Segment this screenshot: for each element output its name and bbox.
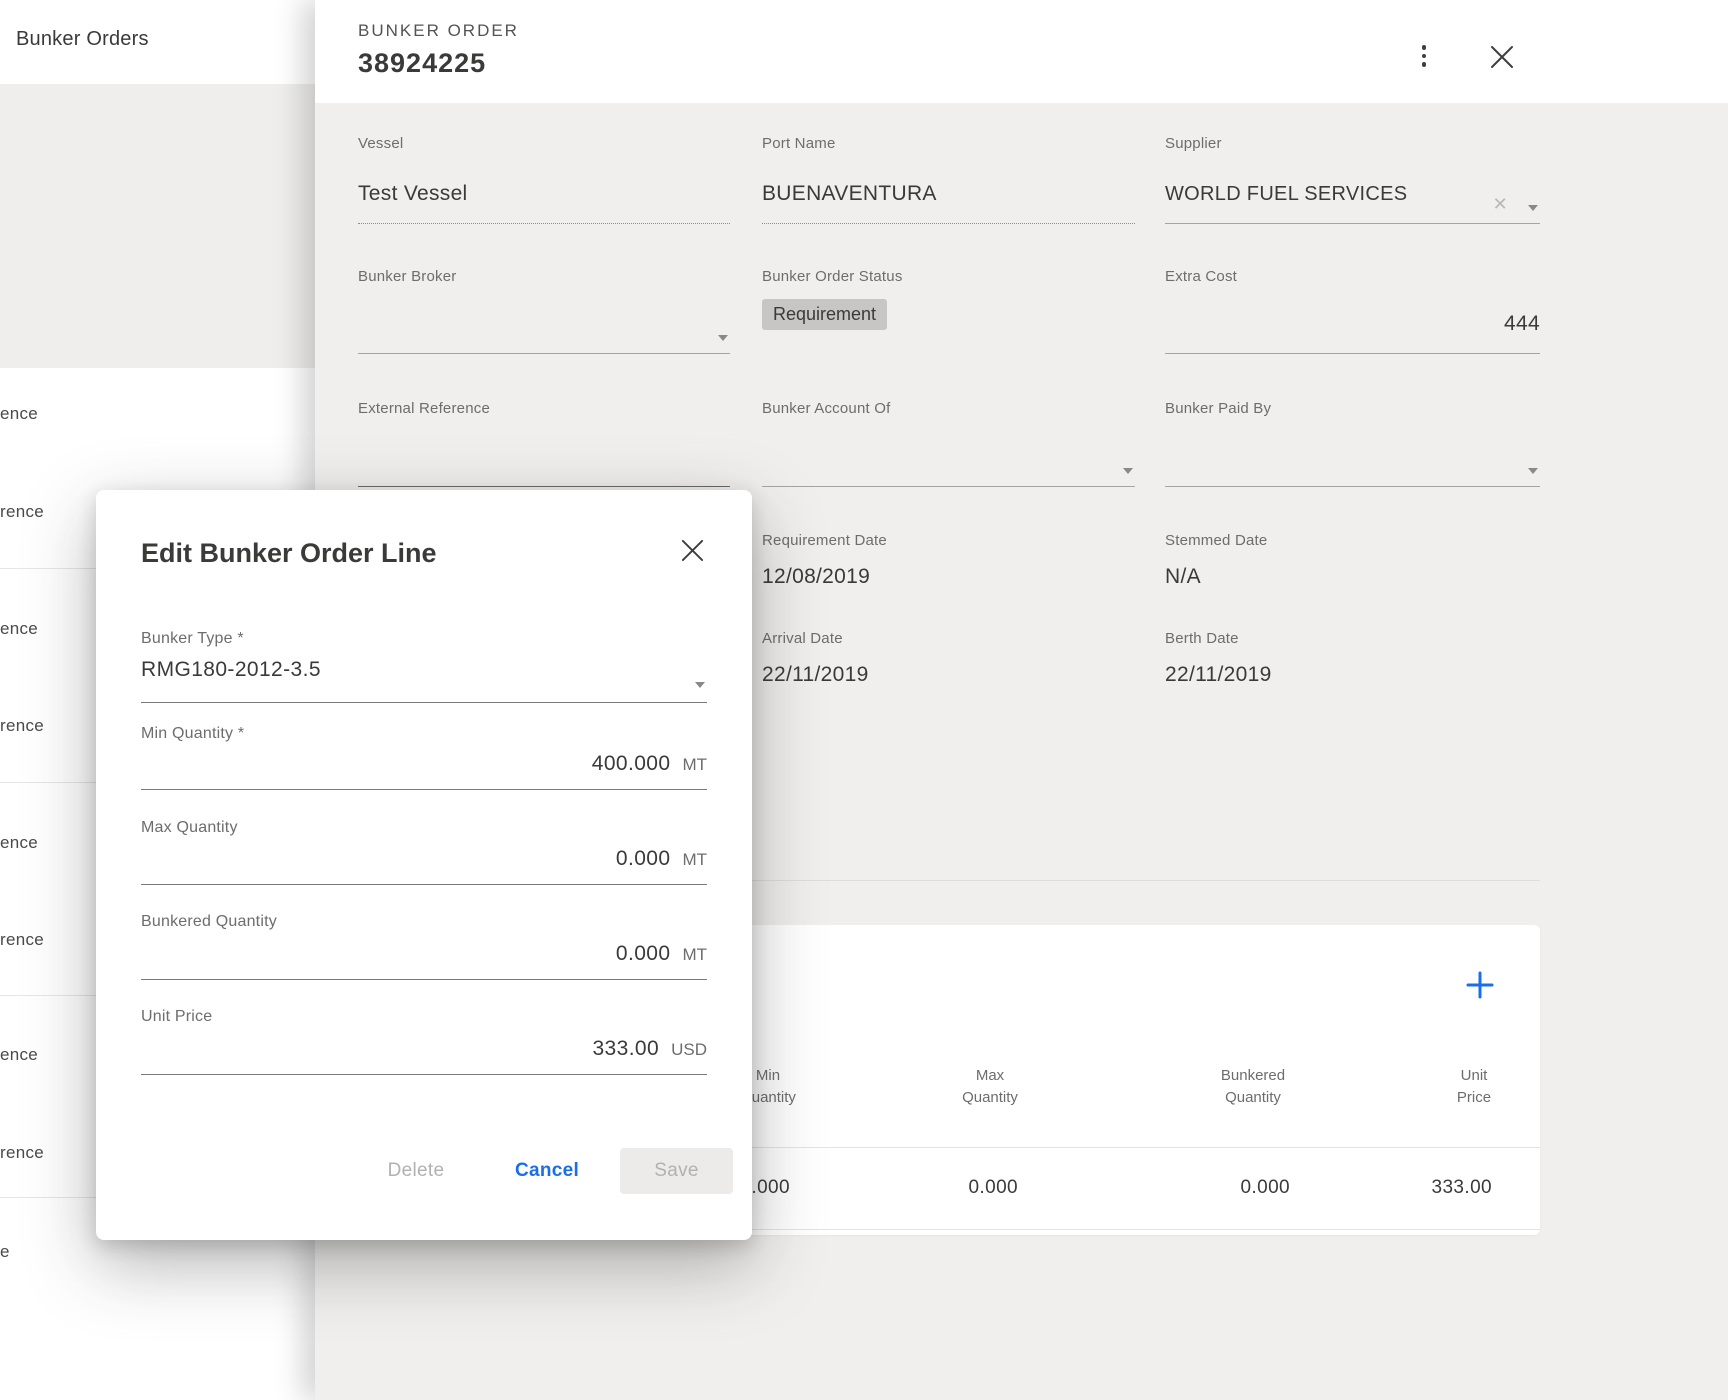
bunker-broker-field[interactable] xyxy=(358,312,730,354)
chevron-down-icon[interactable] xyxy=(1123,468,1133,474)
panel-header: BUNKER ORDER 38924225 xyxy=(315,0,1728,103)
kebab-menu-icon[interactable] xyxy=(1415,41,1433,71)
max-quantity-value: 0.000 xyxy=(616,847,671,871)
vessel-field: Test Vessel xyxy=(358,182,730,224)
status-badge: Requirement xyxy=(762,299,887,330)
list-item[interactable]: e xyxy=(0,1242,10,1262)
unit-price-value: 333.00 xyxy=(592,1037,659,1061)
supplier-field[interactable]: WORLD FUEL SERVICES ✕ xyxy=(1165,182,1540,224)
chevron-down-icon[interactable] xyxy=(718,335,728,341)
dialog-title: Edit Bunker Order Line xyxy=(141,538,437,569)
arrival-date-value: 22/11/2019 xyxy=(762,663,869,687)
bunker-broker-label: Bunker Broker xyxy=(358,268,456,285)
extra-cost-label: Extra Cost xyxy=(1165,268,1237,285)
cell-bunkered-quantity: 0.000 xyxy=(1240,1177,1290,1199)
column-header-unit-price: Unit Price xyxy=(1457,1065,1491,1109)
port-name-label: Port Name xyxy=(762,135,836,152)
extra-cost-field[interactable]: 444 xyxy=(1165,312,1540,354)
save-button[interactable]: Save xyxy=(620,1148,733,1194)
unit-price-input[interactable]: 333.00 USD xyxy=(141,1037,707,1075)
min-quantity-value: 400.000 xyxy=(592,752,671,776)
close-dialog-icon[interactable] xyxy=(674,532,710,568)
column-header-bunkered-quantity: Bunkered Quantity xyxy=(1221,1065,1285,1109)
requirement-date-label: Requirement Date xyxy=(762,532,887,549)
list-item[interactable]: ence xyxy=(0,833,38,853)
bunker-orders-filter-area xyxy=(0,84,315,368)
unit-price-label: Unit Price xyxy=(141,1008,212,1026)
bunker-paid-by-field[interactable] xyxy=(1165,445,1540,487)
cancel-button[interactable]: Cancel xyxy=(497,1148,597,1194)
list-item[interactable]: rence xyxy=(0,1143,44,1163)
stemmed-date-label: Stemmed Date xyxy=(1165,532,1267,549)
min-quantity-input[interactable]: 400.000 MT xyxy=(141,752,707,790)
screen: Bunker Orders ence rence ence rence ence… xyxy=(0,0,1728,1400)
list-item[interactable]: ence xyxy=(0,619,38,639)
chevron-down-icon[interactable] xyxy=(1528,468,1538,474)
supplier-label: Supplier xyxy=(1165,135,1222,152)
bunker-type-value: RMG180-2012-3.5 xyxy=(141,658,321,682)
cell-max-quantity: 0.000 xyxy=(968,1177,1018,1199)
bunkered-quantity-unit: MT xyxy=(682,945,707,965)
max-quantity-label: Max Quantity xyxy=(141,819,238,837)
unit-price-unit: USD xyxy=(671,1040,707,1060)
clear-supplier-icon[interactable]: ✕ xyxy=(1493,194,1508,215)
requirement-date-value: 12/08/2019 xyxy=(762,565,870,589)
max-quantity-input[interactable]: 0.000 MT xyxy=(141,847,707,885)
bunkered-quantity-label: Bunkered Quantity xyxy=(141,913,277,931)
stemmed-date-value: N/A xyxy=(1165,565,1201,589)
order-status-label: Bunker Order Status xyxy=(762,268,903,285)
delete-button[interactable]: Delete xyxy=(371,1148,461,1194)
external-reference-field[interactable] xyxy=(358,445,730,487)
berth-date-label: Berth Date xyxy=(1165,630,1239,647)
external-reference-label: External Reference xyxy=(358,400,490,417)
column-header-max-quantity: Max Quantity xyxy=(962,1065,1018,1109)
list-item[interactable]: rence xyxy=(0,502,44,522)
port-name-field: BUENAVENTURA xyxy=(762,182,1135,224)
bunker-type-label: Bunker Type * xyxy=(141,630,244,648)
cell-unit-price: 333.00 xyxy=(1431,1177,1492,1199)
min-quantity-label: Min Quantity * xyxy=(141,725,244,743)
supplier-value: WORLD FUEL SERVICES xyxy=(1165,183,1407,205)
bunker-orders-header: Bunker Orders xyxy=(0,0,315,84)
bunkered-quantity-value: 0.000 xyxy=(616,942,671,966)
arrival-date-label: Arrival Date xyxy=(762,630,843,647)
vessel-label: Vessel xyxy=(358,135,403,152)
bunker-account-of-label: Bunker Account Of xyxy=(762,400,890,417)
chevron-down-icon[interactable] xyxy=(695,682,705,688)
bunker-type-select[interactable]: RMG180-2012-3.5 xyxy=(141,658,707,703)
max-quantity-unit: MT xyxy=(682,850,707,870)
bunker-account-of-field[interactable] xyxy=(762,445,1135,487)
close-panel-icon[interactable] xyxy=(1485,40,1519,74)
list-item[interactable]: rence xyxy=(0,930,44,950)
list-item[interactable]: ence xyxy=(0,404,38,424)
add-order-line-button[interactable] xyxy=(1458,965,1502,1005)
min-quantity-unit: MT xyxy=(682,755,707,775)
edit-bunker-order-line-dialog: Edit Bunker Order Line Bunker Type * RMG… xyxy=(96,490,752,1240)
bunkered-quantity-input[interactable]: 0.000 MT xyxy=(141,942,707,980)
list-item[interactable]: rence xyxy=(0,716,44,736)
list-item[interactable]: ence xyxy=(0,1045,38,1065)
chevron-down-icon[interactable] xyxy=(1528,205,1538,211)
order-id: 38924225 xyxy=(358,48,486,79)
page-title: Bunker Orders xyxy=(16,28,149,51)
berth-date-value: 22/11/2019 xyxy=(1165,663,1272,687)
bunker-paid-by-label: Bunker Paid By xyxy=(1165,400,1271,417)
panel-eyebrow: BUNKER ORDER xyxy=(358,21,519,41)
